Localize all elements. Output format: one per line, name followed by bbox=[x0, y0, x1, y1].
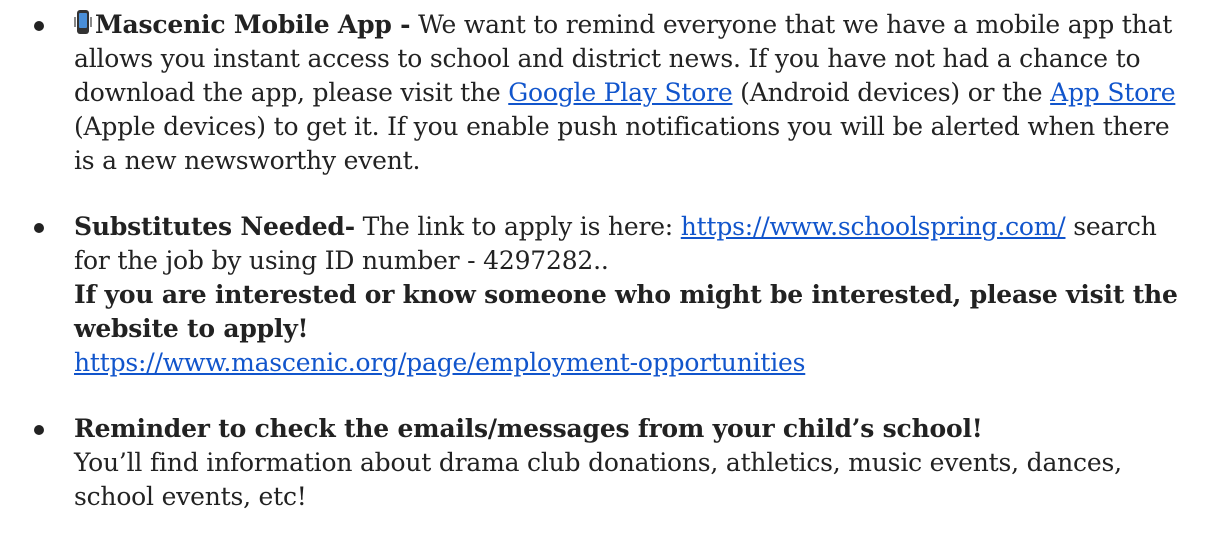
item-title: Mascenic Mobile App - bbox=[95, 10, 411, 39]
announcement-list: Mascenic Mobile App - We want to remind … bbox=[34, 8, 1196, 514]
item-bold-callout: If you are interested or know someone wh… bbox=[74, 280, 1178, 343]
google-play-store-link[interactable]: Google Play Store bbox=[508, 78, 732, 107]
newsletter-page: Mascenic Mobile App - We want to remind … bbox=[0, 0, 1216, 544]
item-text: The link to apply is here: bbox=[354, 212, 681, 241]
item-title: Reminder to check the emails/messages fr… bbox=[74, 414, 983, 443]
employment-opportunities-link[interactable]: https://www.mascenic.org/page/employment… bbox=[74, 348, 805, 377]
schoolspring-link[interactable]: https://www.schoolspring.com/ bbox=[681, 212, 1066, 241]
list-item-mobile-app: Mascenic Mobile App - We want to remind … bbox=[34, 8, 1196, 178]
item-title: Substitutes Needed- bbox=[74, 212, 355, 241]
bullet-dot bbox=[34, 425, 44, 435]
item-text: (Apple devices) to get it. If you enable… bbox=[74, 112, 1170, 175]
vibrating-phone-icon bbox=[74, 10, 92, 36]
item-text: You’ll find information about drama club… bbox=[74, 448, 1122, 511]
bullet-dot bbox=[34, 21, 44, 31]
list-item-reminder: Reminder to check the emails/messages fr… bbox=[34, 412, 1196, 514]
app-store-link[interactable]: App Store bbox=[1050, 78, 1175, 107]
item-text: (Android devices) or the bbox=[732, 78, 1051, 107]
bullet-dot bbox=[34, 223, 44, 233]
list-item-substitutes: Substitutes Needed- The link to apply is… bbox=[34, 210, 1196, 380]
